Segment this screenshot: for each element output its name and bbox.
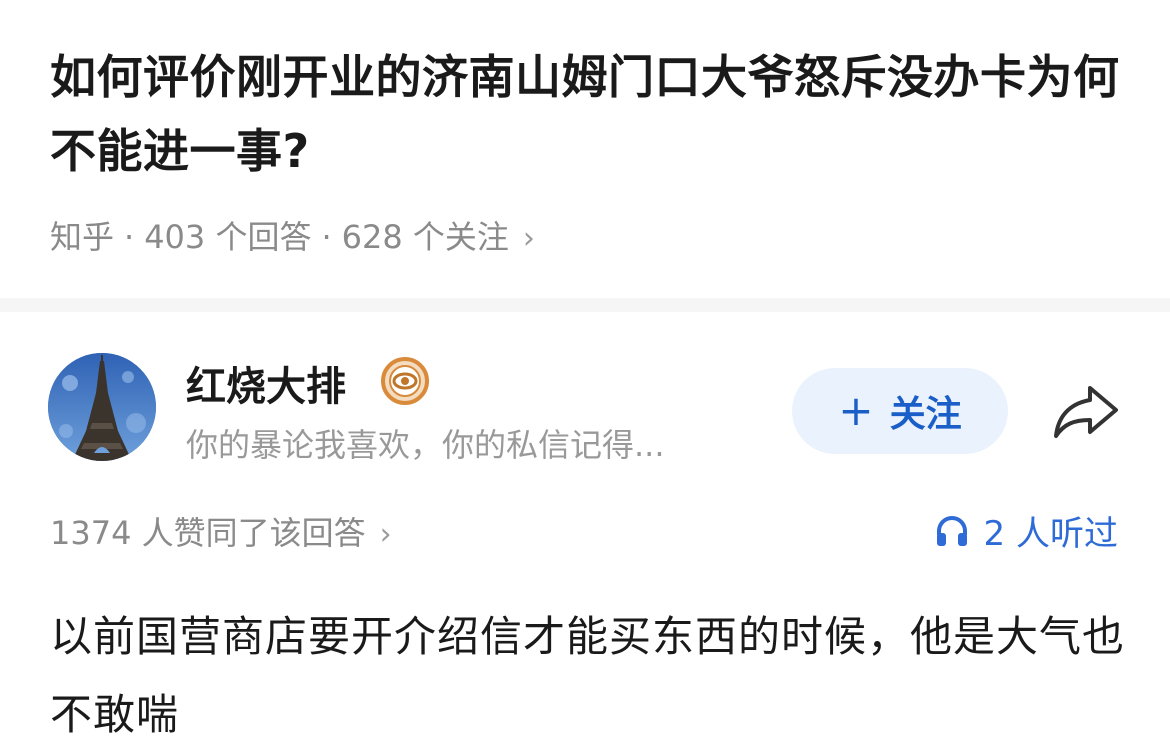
- section-divider: [0, 298, 1170, 312]
- platform-name: 知乎: [50, 218, 115, 256]
- chevron-right-icon: ›: [379, 517, 392, 552]
- plus-icon: +: [838, 386, 874, 435]
- chevron-right-icon: ›: [522, 221, 535, 256]
- listen-count[interactable]: 2 人听过: [934, 506, 1118, 555]
- author-avatar[interactable]: [48, 353, 156, 461]
- meta-separator: ·: [321, 218, 332, 256]
- follow-label: 关注: [889, 394, 962, 435]
- author-bio: 你的暴论我喜欢，你的私信记得...: [186, 426, 665, 464]
- eye-badge-icon: [381, 357, 429, 405]
- question-title[interactable]: 如何评价刚开业的济南山姆门口大爷怒斥没办卡为何不能进一事?: [50, 40, 1130, 188]
- question-meta[interactable]: 知乎 · 403 个回答 · 628 个关注 ›: [50, 212, 535, 258]
- meta-separator: ·: [124, 218, 135, 256]
- answer-body[interactable]: 以前国营商店要开介绍信才能买东西的时候，他是大气也不敢喘: [50, 598, 1140, 749]
- listen-count-text: 2 人听过: [983, 514, 1118, 554]
- agree-count[interactable]: 1374 人赞同了该回答 ›: [50, 508, 392, 554]
- answers-count: 403 个回答: [144, 218, 312, 256]
- eiffel-tower-avatar-icon: [48, 353, 156, 461]
- question-header[interactable]: 如何评价刚开业的济南山姆门口大爷怒斥没办卡为何不能进一事? 知乎 · 403 个回答…: [0, 0, 1170, 300]
- author-name[interactable]: 红烧大排: [186, 354, 346, 412]
- zhihu-answer-page: 如何评价刚开业的济南山姆门口大爷怒斥没办卡为何不能进一事? 知乎 · 403 个回答…: [0, 0, 1170, 749]
- followers-count: 628 个关注: [341, 218, 509, 256]
- share-arrow-icon[interactable]: [1050, 380, 1124, 442]
- headphone-icon: [936, 515, 967, 546]
- agree-count-text: 1374 人赞同了该回答: [50, 514, 366, 552]
- follow-button[interactable]: + 关注: [792, 368, 1008, 454]
